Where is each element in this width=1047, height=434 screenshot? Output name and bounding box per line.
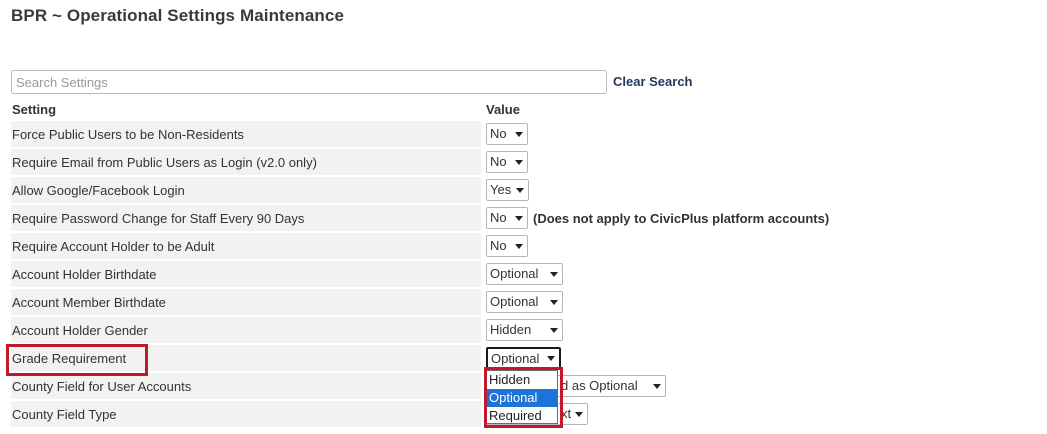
chevron-down-icon — [515, 216, 523, 221]
page-title: BPR ~ Operational Settings Maintenance — [11, 6, 345, 25]
grade-options-highlight — [484, 367, 563, 428]
setting-label-county-field: County Field for User Accounts — [12, 379, 192, 394]
select-value: No — [490, 238, 507, 253]
require-email-login-select[interactable]: No — [486, 151, 528, 173]
setting-label-password-change: Require Password Change for Staff Every … — [12, 211, 305, 226]
setting-label-member-birthdate: Account Member Birthdate — [12, 295, 166, 310]
chevron-down-icon — [516, 188, 524, 193]
holder-birthdate-select[interactable]: Optional — [486, 263, 563, 285]
force-non-residents-select[interactable]: No — [486, 123, 528, 145]
holder-adult-select[interactable]: No — [486, 235, 528, 257]
select-value: Optional — [490, 266, 539, 281]
setting-label-holder-adult: Require Account Holder to be Adult — [12, 239, 215, 254]
search-input[interactable] — [11, 70, 607, 94]
setting-label-force-non-residents: Force Public Users to be Non-Residents — [12, 127, 244, 142]
select-value: Optional — [491, 351, 540, 366]
select-value: d as Optional — [561, 378, 638, 393]
chevron-down-icon — [547, 356, 555, 361]
select-value: Yes — [490, 182, 512, 197]
grade-label-highlight — [6, 344, 148, 376]
chevron-down-icon — [515, 244, 523, 249]
setting-label-holder-birthdate: Account Holder Birthdate — [12, 267, 157, 282]
select-value: Optional — [490, 294, 539, 309]
password-change-note: (Does not apply to CivicPlus platform ac… — [533, 211, 830, 226]
select-value: No — [490, 126, 507, 141]
google-facebook-login-select[interactable]: Yes — [486, 179, 529, 201]
setting-label-holder-gender: Account Holder Gender — [12, 323, 148, 338]
member-birthdate-select[interactable]: Optional — [486, 291, 563, 313]
chevron-down-icon — [515, 132, 523, 137]
chevron-down-icon — [575, 412, 583, 417]
chevron-down-icon — [653, 384, 661, 389]
select-value: No — [490, 210, 507, 225]
setting-label-county-field-type: County Field Type — [12, 407, 117, 422]
select-value: Hidden — [490, 322, 532, 337]
select-value: No — [490, 154, 507, 169]
grade-requirement-select[interactable]: Optional — [486, 347, 561, 369]
setting-label-google-facebook-login: Allow Google/Facebook Login — [12, 183, 185, 198]
clear-search-link[interactable]: Clear Search — [613, 74, 693, 89]
setting-column-header: Setting — [12, 102, 57, 117]
password-change-select[interactable]: No — [486, 207, 528, 229]
chevron-down-icon — [550, 328, 558, 333]
holder-gender-select[interactable]: Hidden — [486, 319, 563, 341]
setting-label-require-email-login: Require Email from Public Users as Login… — [12, 155, 317, 170]
chevron-down-icon — [550, 272, 558, 277]
chevron-down-icon — [550, 300, 558, 305]
value-column-header: Value — [486, 102, 520, 117]
chevron-down-icon — [515, 160, 523, 165]
